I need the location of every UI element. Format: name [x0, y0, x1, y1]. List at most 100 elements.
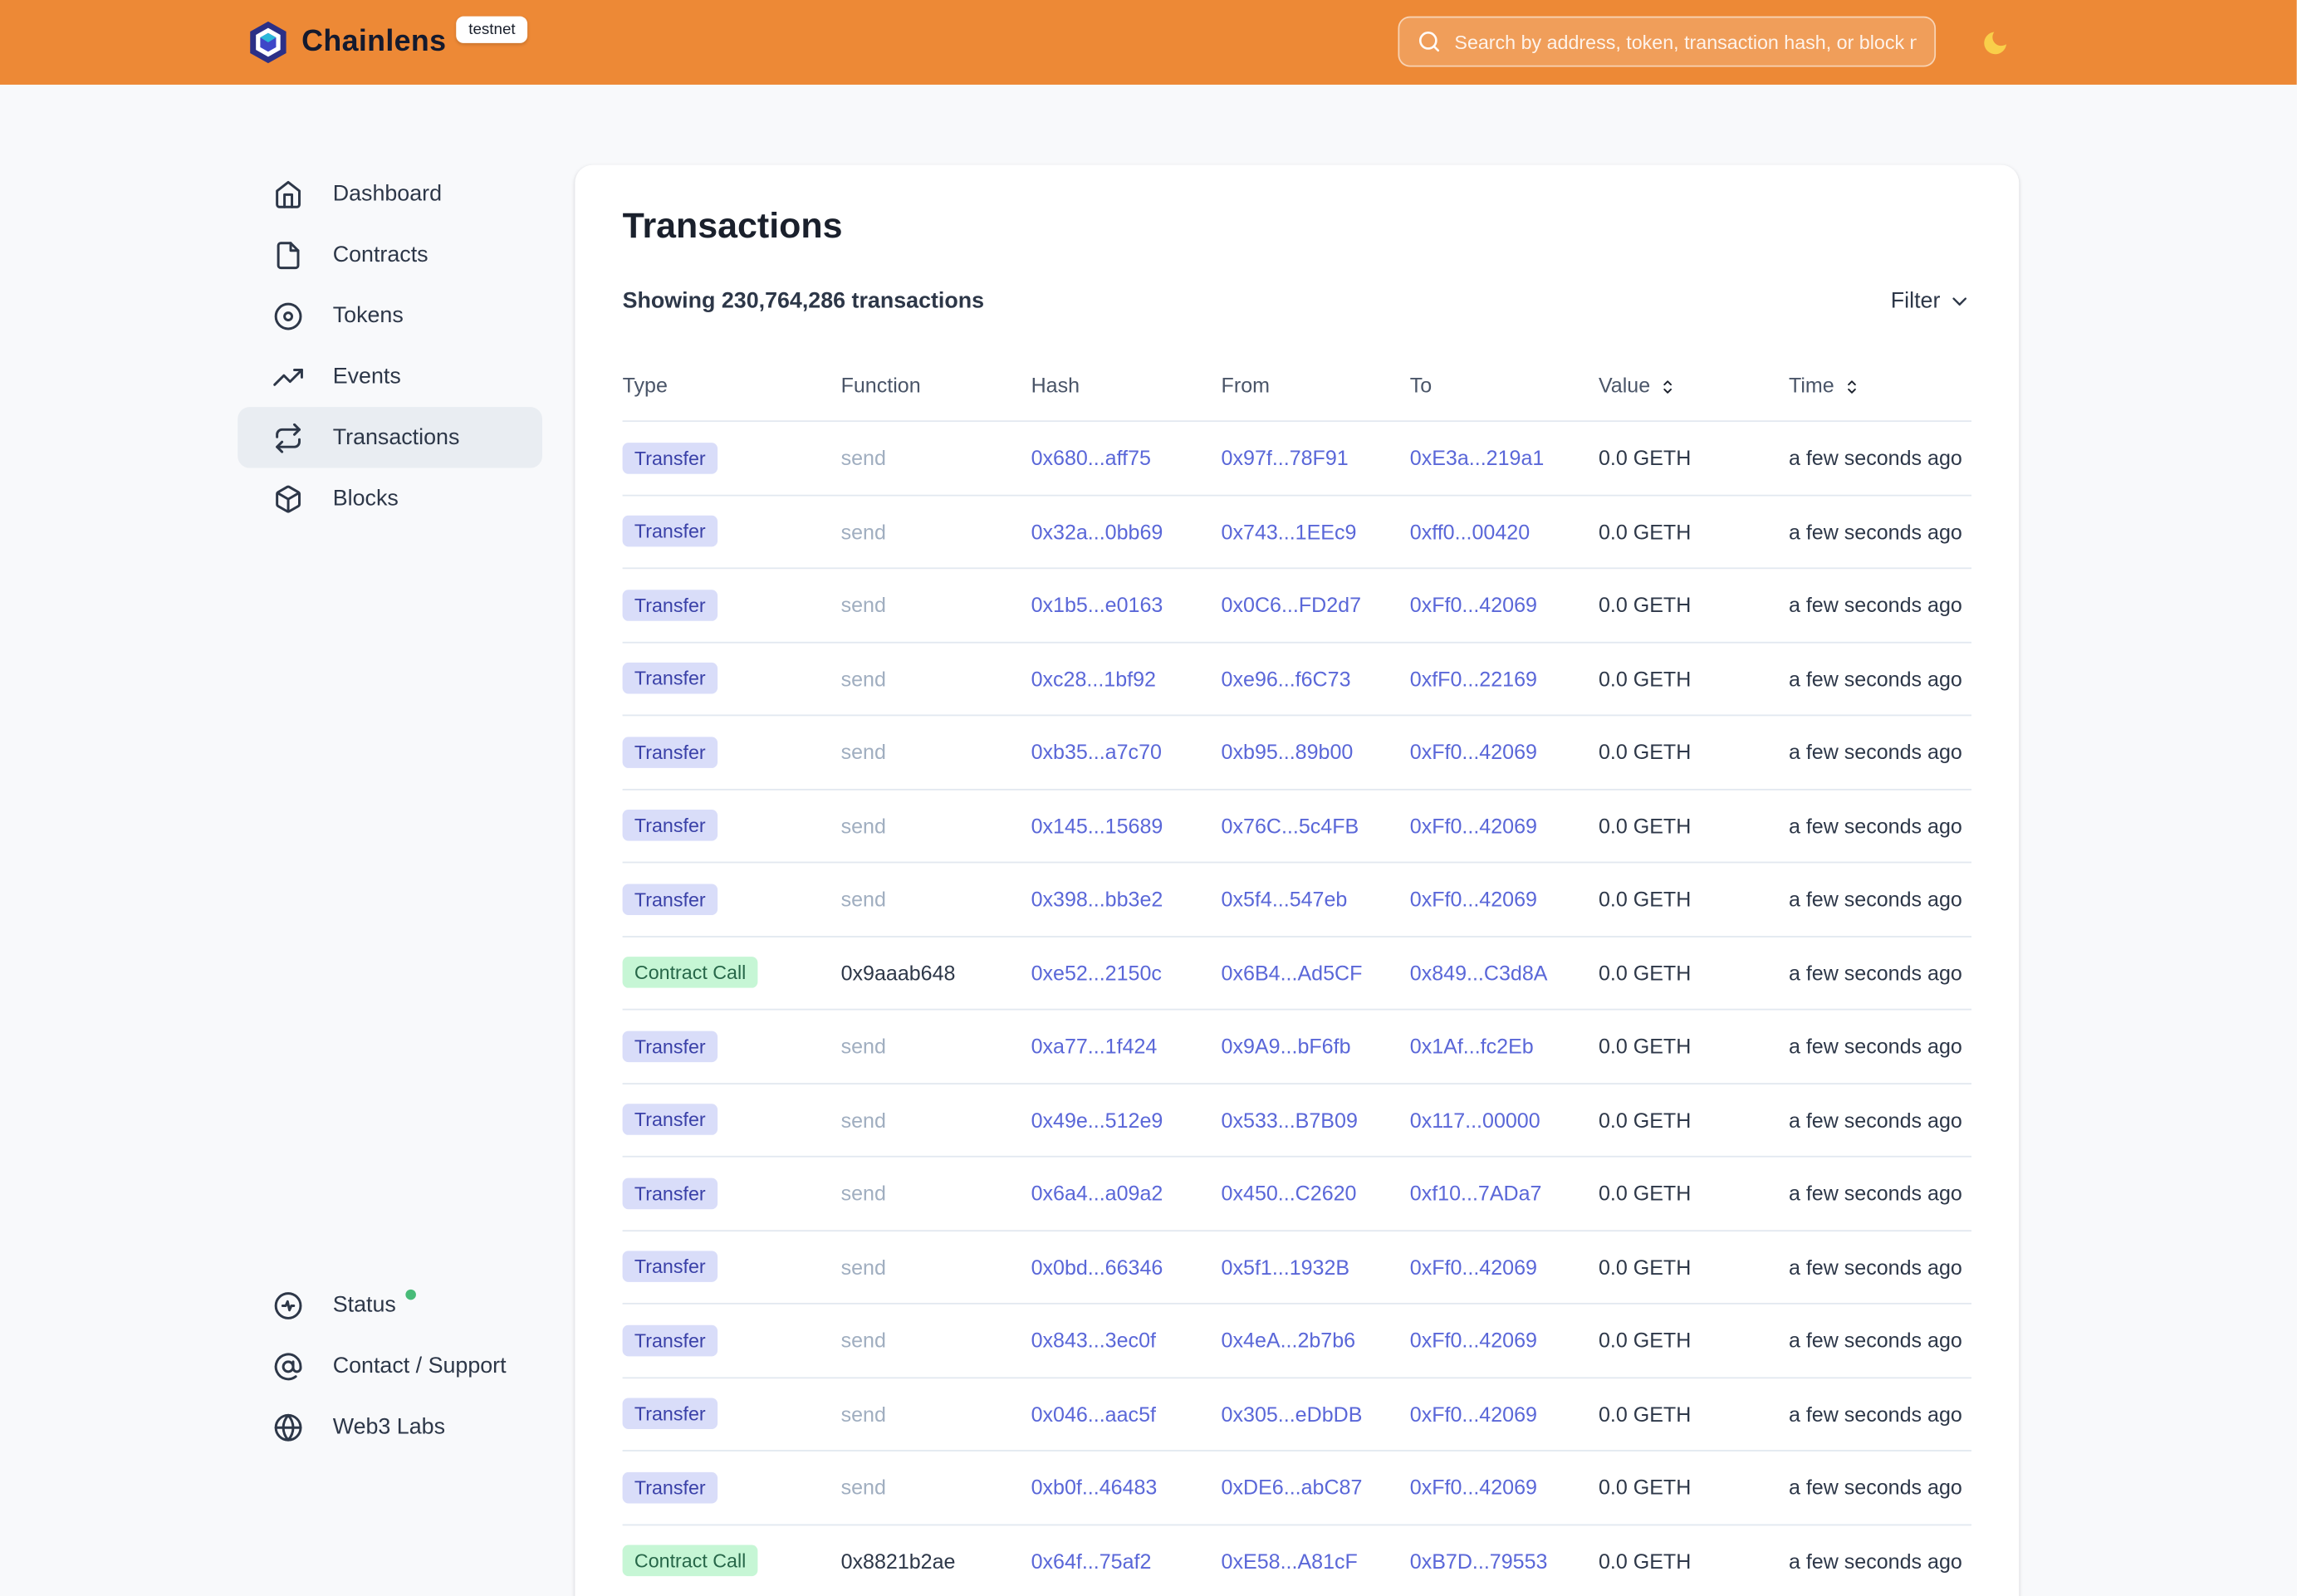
table-row: Transfer send 0x680...aff75 0x97f...78F9… — [623, 422, 1971, 496]
dark-mode-toggle[interactable] — [1979, 27, 2011, 59]
search-input[interactable] — [1454, 31, 1916, 53]
to-link[interactable]: 0xFf0...42069 — [1410, 1255, 1537, 1279]
from-link[interactable]: 0x5f1...1932B — [1222, 1255, 1350, 1279]
to-link[interactable]: 0xE3a...219a1 — [1410, 446, 1545, 470]
from-link[interactable]: 0x450...C2620 — [1222, 1182, 1357, 1206]
function-cell: send — [841, 1476, 1031, 1500]
time-cell: a few seconds ago — [1789, 667, 1971, 691]
from-link[interactable]: 0x4eA...2b7b6 — [1222, 1329, 1356, 1353]
hash-link[interactable]: 0x64f...75af2 — [1031, 1549, 1152, 1573]
from-link[interactable]: 0x533...B7B09 — [1222, 1108, 1358, 1132]
table-row: Transfer send 0x145...15689 0x76C...5c4F… — [623, 790, 1971, 864]
time-cell: a few seconds ago — [1789, 740, 1971, 764]
table-header: Type Function Hash From To Value Time — [623, 373, 1971, 422]
from-link[interactable]: 0xDE6...abC87 — [1222, 1476, 1363, 1500]
hash-link[interactable]: 0x1b5...e0163 — [1031, 593, 1163, 617]
sidebar-item-label: Contact / Support — [333, 1354, 507, 1378]
from-link[interactable]: 0x305...eDbDB — [1222, 1402, 1363, 1426]
sort-icon — [1842, 374, 1861, 396]
from-link[interactable]: 0x743...1EEc9 — [1222, 520, 1357, 544]
to-link[interactable]: 0x849...C3d8A — [1410, 961, 1548, 985]
activity-icon — [273, 1290, 303, 1320]
sidebar-item-web3-labs[interactable]: Web3 Labs — [238, 1397, 542, 1457]
function-cell: send — [841, 1255, 1031, 1279]
value-cell: 0.0 GETH — [1599, 1035, 1789, 1059]
column-time[interactable]: Time — [1789, 373, 1971, 397]
function-cell: send — [841, 520, 1031, 544]
from-link[interactable]: 0x0C6...FD2d7 — [1222, 593, 1361, 617]
sidebar-item-tokens[interactable]: Tokens — [238, 285, 542, 345]
from-link[interactable]: 0xE58...A81cF — [1222, 1549, 1358, 1573]
table-row: Transfer send 0x32a...0bb69 0x743...1EEc… — [623, 496, 1971, 570]
hash-link[interactable]: 0x6a4...a09a2 — [1031, 1182, 1163, 1206]
table-row: Contract Call 0x8821b2ae 0x64f...75af2 0… — [623, 1525, 1971, 1596]
from-link[interactable]: 0x6B4...Ad5CF — [1222, 961, 1363, 985]
from-link[interactable]: 0xb95...89b00 — [1222, 740, 1354, 764]
table-row: Transfer send 0xa77...1f424 0x9A9...bF6f… — [623, 1011, 1971, 1084]
to-link[interactable]: 0xFf0...42069 — [1410, 740, 1537, 764]
brand[interactable]: Chainlens testnet — [245, 0, 527, 85]
table-row: Transfer send 0x6a4...a09a2 0x450...C262… — [623, 1158, 1971, 1231]
sidebar-item-contact-support[interactable]: Contact / Support — [238, 1335, 542, 1396]
sidebar-item-blocks[interactable]: Blocks — [238, 468, 542, 529]
to-link[interactable]: 0xFf0...42069 — [1410, 814, 1537, 838]
column-label: Time — [1789, 373, 1834, 397]
to-link[interactable]: 0xfF0...22169 — [1410, 667, 1537, 691]
from-link[interactable]: 0x76C...5c4FB — [1222, 814, 1359, 838]
table-row: Contract Call 0x9aaab648 0xe52...2150c 0… — [623, 937, 1971, 1011]
hash-link[interactable]: 0x843...3ec0f — [1031, 1329, 1156, 1353]
type-badge: Transfer — [623, 1031, 718, 1062]
to-link[interactable]: 0x117...00000 — [1410, 1108, 1540, 1132]
time-cell: a few seconds ago — [1789, 1035, 1971, 1059]
to-link[interactable]: 0xf10...7ADa7 — [1410, 1182, 1542, 1206]
hash-link[interactable]: 0x32a...0bb69 — [1031, 520, 1163, 544]
from-link[interactable]: 0xe96...f6C73 — [1222, 667, 1351, 691]
column-function: Function — [841, 373, 1031, 397]
hash-link[interactable]: 0x145...15689 — [1031, 814, 1163, 838]
value-cell: 0.0 GETH — [1599, 961, 1789, 985]
column-label: Hash — [1031, 373, 1080, 397]
column-value[interactable]: Value — [1599, 373, 1789, 397]
function-cell: send — [841, 1182, 1031, 1206]
hash-link[interactable]: 0x046...aac5f — [1031, 1402, 1156, 1426]
from-link[interactable]: 0x9A9...bF6fb — [1222, 1035, 1351, 1059]
hash-link[interactable]: 0x680...aff75 — [1031, 446, 1151, 470]
to-link[interactable]: 0x1Af...fc2Eb — [1410, 1035, 1534, 1059]
time-cell: a few seconds ago — [1789, 887, 1971, 911]
hash-link[interactable]: 0x49e...512e9 — [1031, 1108, 1163, 1132]
type-badge: Transfer — [623, 443, 718, 474]
summary-row: Showing 230,764,286 transactions Filter — [623, 288, 1971, 313]
hash-link[interactable]: 0xb0f...46483 — [1031, 1476, 1158, 1500]
to-link[interactable]: 0xFf0...42069 — [1410, 887, 1537, 911]
table-row: Transfer send 0x1b5...e0163 0x0C6...FD2d… — [623, 569, 1971, 643]
hash-link[interactable]: 0xe52...2150c — [1031, 961, 1162, 985]
hash-link[interactable]: 0x0bd...66346 — [1031, 1255, 1163, 1279]
to-link[interactable]: 0xFf0...42069 — [1410, 1476, 1537, 1500]
hash-link[interactable]: 0xa77...1f424 — [1031, 1035, 1158, 1059]
filter-button[interactable]: Filter — [1891, 288, 1971, 313]
type-badge: Transfer — [623, 1251, 718, 1283]
sidebar-item-contracts[interactable]: Contracts — [238, 224, 542, 285]
to-link[interactable]: 0xFf0...42069 — [1410, 1402, 1537, 1426]
hash-link[interactable]: 0x398...bb3e2 — [1031, 887, 1163, 911]
function-cell: send — [841, 593, 1031, 617]
sidebar-item-transactions[interactable]: Transactions — [238, 407, 542, 468]
from-link[interactable]: 0x97f...78F91 — [1222, 446, 1349, 470]
sidebar-item-events[interactable]: Events — [238, 346, 542, 407]
type-badge: Transfer — [623, 1324, 718, 1356]
value-cell: 0.0 GETH — [1599, 1476, 1789, 1500]
from-link[interactable]: 0x5f4...547eb — [1222, 887, 1348, 911]
sidebar-item-status[interactable]: Status — [238, 1275, 542, 1335]
time-cell: a few seconds ago — [1789, 520, 1971, 544]
to-link[interactable]: 0xFf0...42069 — [1410, 593, 1537, 617]
to-link[interactable]: 0xB7D...79553 — [1410, 1549, 1548, 1573]
to-link[interactable]: 0xFf0...42069 — [1410, 1329, 1537, 1353]
sidebar-item-dashboard[interactable]: Dashboard — [238, 164, 542, 224]
hash-link[interactable]: 0xc28...1bf92 — [1031, 667, 1156, 691]
search-box[interactable] — [1398, 17, 1936, 67]
type-badge: Transfer — [623, 1104, 718, 1136]
column-type: Type — [623, 373, 841, 397]
column-label: Type — [623, 373, 668, 397]
to-link[interactable]: 0xff0...00420 — [1410, 520, 1530, 544]
hash-link[interactable]: 0xb35...a7c70 — [1031, 740, 1162, 764]
